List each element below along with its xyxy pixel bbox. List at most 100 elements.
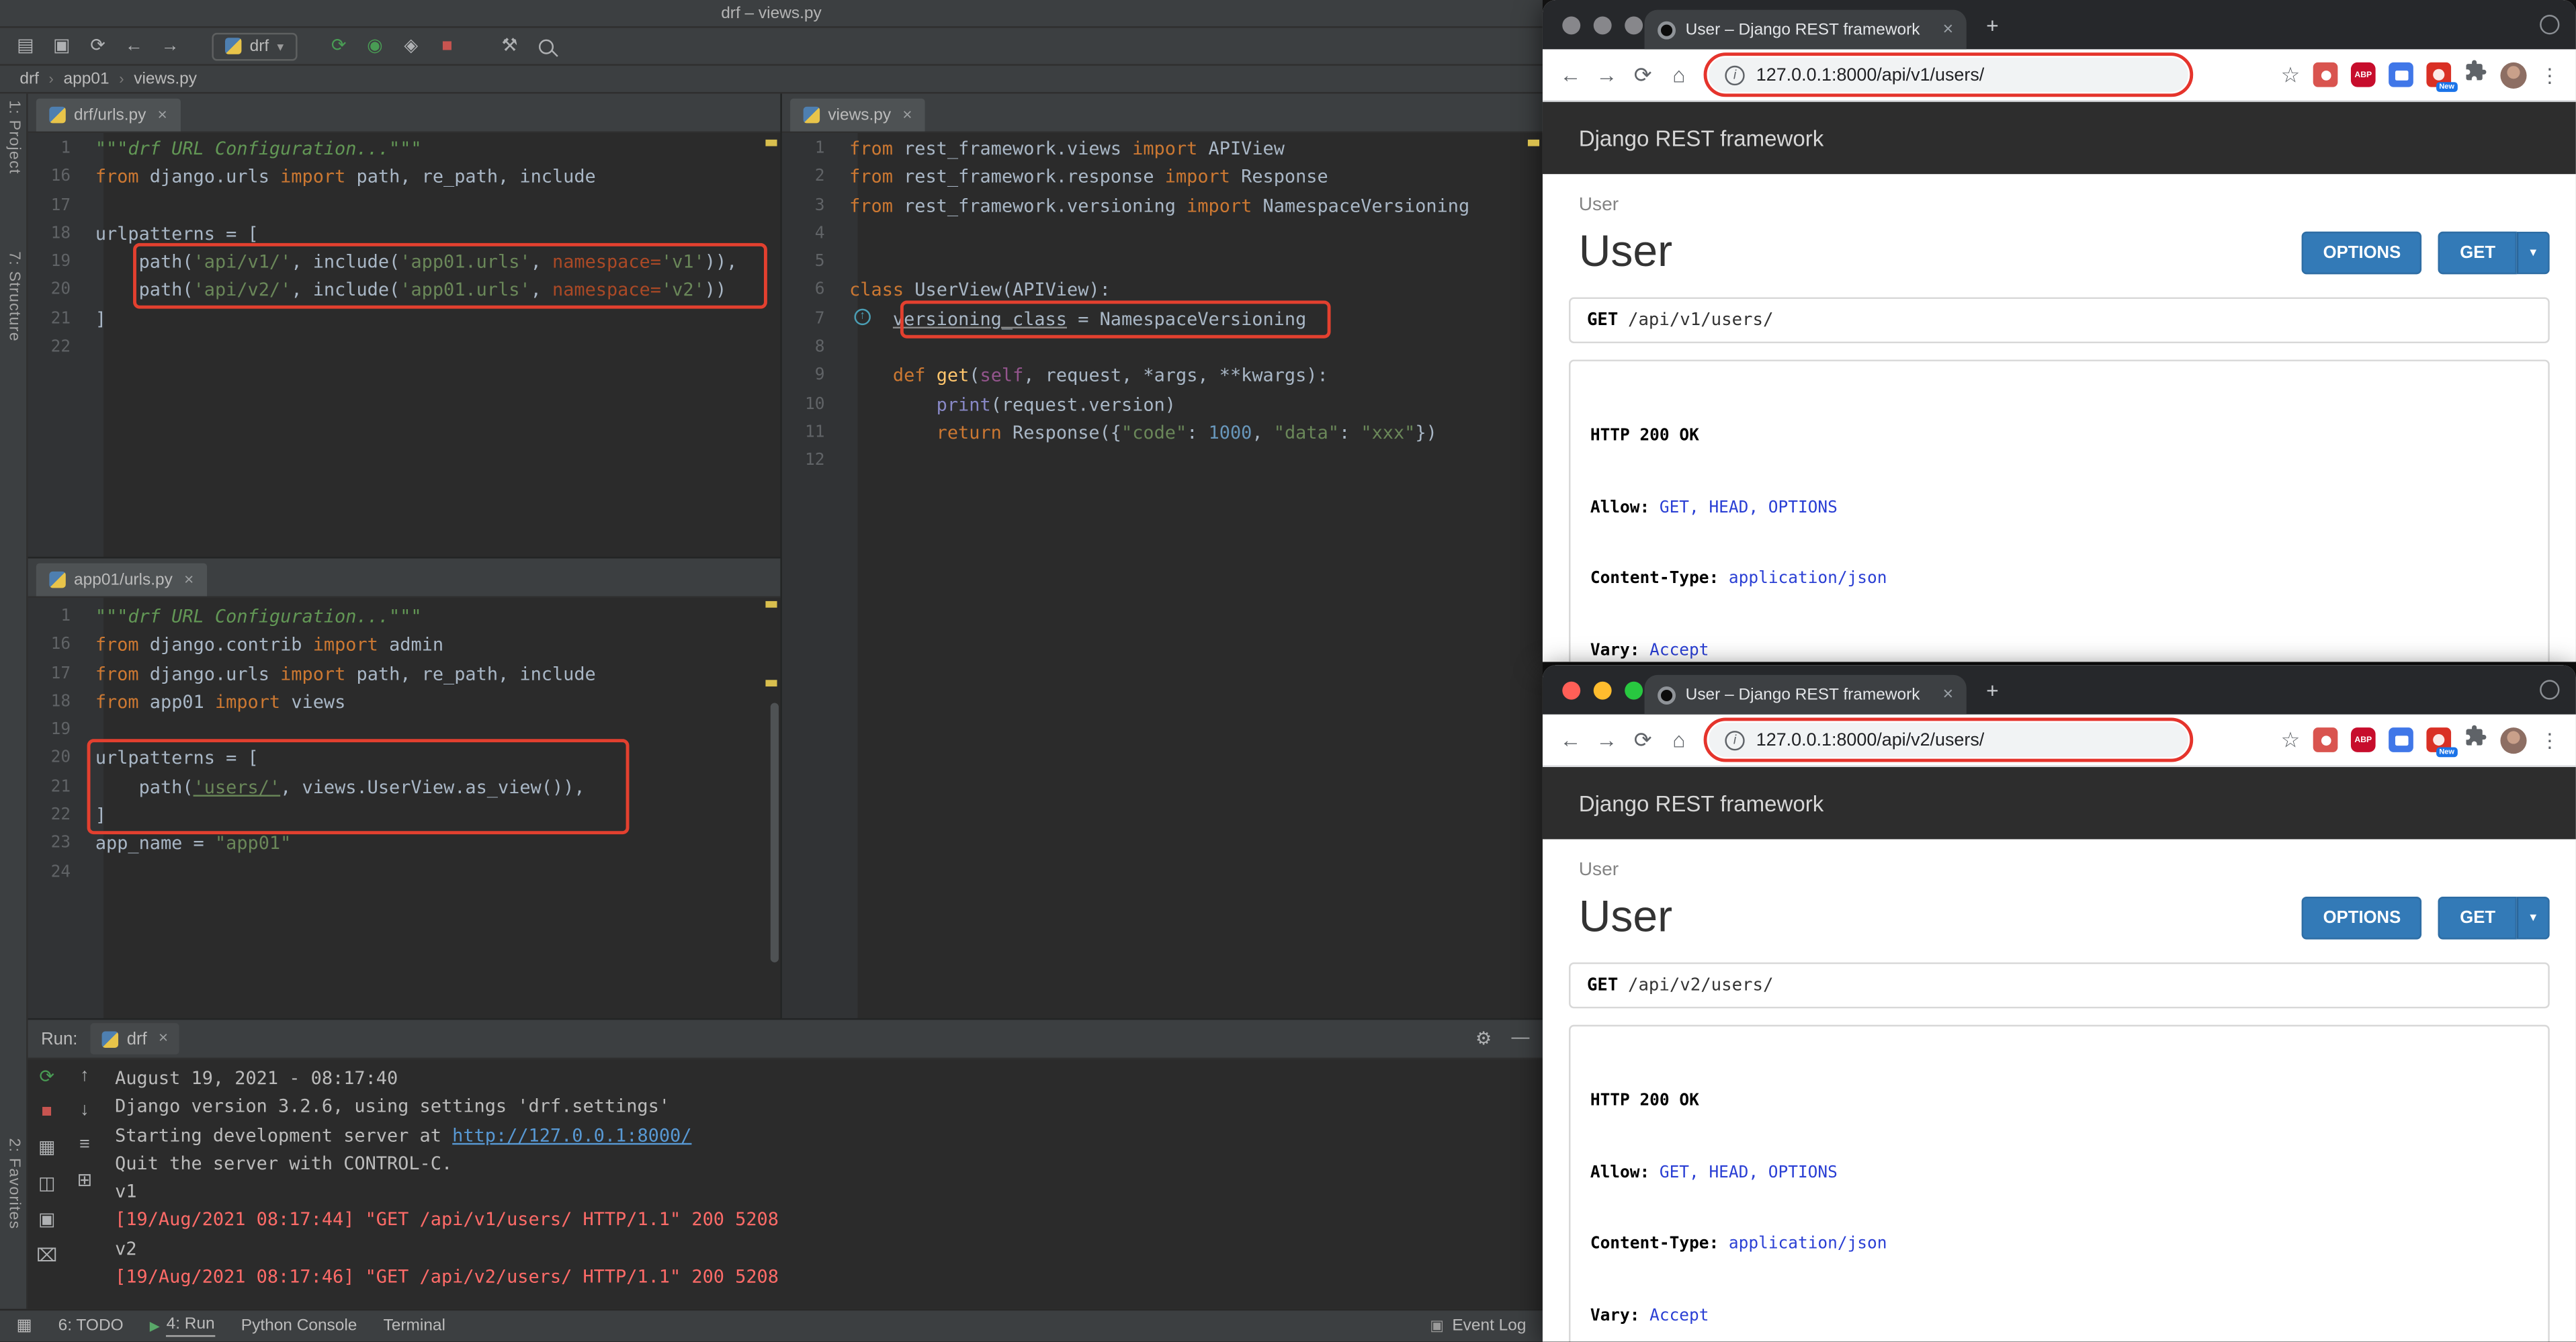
tab-views[interactable]: views.py × [790,99,925,132]
browser-tab[interactable]: User – Django REST framework × [1645,10,1967,50]
get-dropdown-button[interactable]: ▾ [2517,896,2550,939]
home-icon[interactable]: ⌂ [1668,727,1690,752]
stripe-warning-mark[interactable] [765,680,777,686]
statusbar-event-log[interactable]: ▣ Event Log [1430,1317,1526,1335]
get-dropdown-button[interactable]: ▾ [2517,231,2550,274]
close-icon[interactable]: × [159,1030,168,1048]
open-icon[interactable]: ▤ [15,37,36,55]
avatar[interactable] [2500,727,2526,753]
close-icon[interactable]: × [184,571,194,589]
close-tab-icon[interactable]: × [1942,19,1953,39]
avatar[interactable] [2500,62,2526,88]
extension-icon[interactable] [2389,62,2413,87]
breadcrumb-views[interactable]: views.py [134,70,197,88]
down-icon[interactable]: ↓ [80,1100,89,1120]
rerun-icon[interactable]: ⟳ [328,37,349,55]
address-bar[interactable]: i 127.0.0.1:8000/api/v1/users/ [1709,58,2188,92]
code-line[interactable]: 3from rest_framework.versioning import N… [782,191,1543,220]
statusbar-todo[interactable]: 6: TODO [58,1317,124,1335]
profile-sync-icon[interactable] [2540,15,2559,34]
stop-icon[interactable]: ■ [42,1102,52,1122]
adblock-extension-icon[interactable]: ABP [2351,62,2376,87]
run-console[interactable]: August 19, 2021 - 08:17:40Django version… [115,1064,1533,1305]
tab-drf-urls[interactable]: drf/urls.py × [36,99,181,132]
run-tab-drf[interactable]: drf × [91,1023,179,1054]
code-line[interactable]: 17 [28,191,781,220]
forward-icon[interactable]: → [1595,62,1618,87]
sidebar-item-project[interactable]: 1: Project [5,100,23,174]
code-line[interactable]: 16from django.urls import path, re_path,… [28,163,781,191]
clear-icon[interactable]: ⌧ [36,1245,57,1266]
stop-icon[interactable]: ■ [437,37,458,55]
close-icon[interactable]: × [902,106,912,124]
chrome-menu-icon[interactable]: ⋮ [2540,63,2559,86]
extension-icon[interactable] [2313,62,2338,87]
softwrap-icon[interactable]: ⊞ [77,1169,93,1191]
code-line[interactable]: 12 [782,447,1543,476]
options-button[interactable]: OPTIONS [2302,231,2422,274]
extension-icon[interactable]: New [2426,62,2451,87]
code-line[interactable]: 1"""drf URL Configuration...""" [28,134,781,163]
grid-icon[interactable]: ▦ [38,1136,55,1158]
minimize-window-button[interactable] [1594,16,1612,34]
statusbar-terminal[interactable]: Terminal [384,1317,445,1335]
code-line[interactable]: 17from django.urls import path, re_path,… [28,660,781,688]
stripe-warning-mark[interactable] [765,601,777,608]
back-icon[interactable]: ← [1559,727,1582,752]
close-window-button[interactable] [1562,16,1580,34]
console-link[interactable]: http://127.0.0.1:8000/ [452,1124,691,1146]
extension-icon[interactable] [2389,727,2413,752]
code-line[interactable]: 16from django.contrib import admin [28,631,781,660]
toolwindow-switcher-icon[interactable]: ▦ [16,1317,32,1335]
drf-breadcrumb[interactable]: User [1543,174,2576,220]
forward-icon[interactable]: → [159,37,181,55]
sidebar-item-favorites[interactable]: 2: Favorites [5,1138,23,1229]
scrollbar-thumb[interactable] [771,703,779,963]
bookmark-star-icon[interactable]: ☆ [2281,727,2301,753]
breadcrumb-app01[interactable]: app01 [64,70,110,88]
statusbar-run[interactable]: ▶ 4: Run [150,1316,215,1337]
new-tab-button[interactable]: + [1986,13,1999,38]
split-icon[interactable]: ◫ [38,1173,55,1194]
chrome-menu-icon[interactable]: ⋮ [2540,728,2559,751]
rerun-icon[interactable]: ⟳ [39,1066,54,1087]
print-icon[interactable]: ▣ [38,1209,55,1231]
profile-sync-icon[interactable] [2540,680,2559,699]
zoom-window-button[interactable] [1625,682,1643,700]
code-line[interactable]: 1"""drf URL Configuration...""" [28,602,781,631]
breadcrumb-drf[interactable]: drf [19,70,39,88]
sidebar-item-structure[interactable]: 7: Structure [5,251,23,342]
close-tab-icon[interactable]: × [1942,685,1953,705]
address-bar[interactable]: i 127.0.0.1:8000/api/v2/users/ [1709,723,2188,757]
code-line[interactable]: 4 [782,220,1543,248]
extension-icon[interactable]: New [2426,727,2451,752]
zoom-window-button[interactable] [1625,16,1643,34]
puzzle-extensions-icon[interactable] [2464,724,2487,755]
new-tab-button[interactable]: + [1986,678,1999,703]
list-icon[interactable]: ≡ [79,1135,90,1155]
gear-icon[interactable]: ⚙ [1475,1028,1492,1050]
code-line[interactable]: 24 [28,858,781,887]
extension-icon[interactable] [2313,727,2338,752]
code-line[interactable]: 10 print(request.version) [782,390,1543,418]
get-button[interactable]: GET [2438,896,2516,939]
code-line[interactable]: 1from rest_framework.views import APIVie… [782,134,1543,163]
back-icon[interactable]: ← [1559,62,1582,87]
site-info-icon[interactable]: i [1725,730,1744,750]
reload-icon[interactable]: ⟳ [1631,62,1654,88]
home-icon[interactable]: ⌂ [1668,62,1690,87]
drf-brand-link[interactable]: Django REST framework [1579,126,1823,150]
reload-icon[interactable]: ⟳ [1631,727,1654,753]
override-gutter-icon[interactable]: ↑ [854,309,870,325]
minimize-icon[interactable]: — [1511,1028,1529,1050]
stripe-warning-mark[interactable] [765,140,777,146]
adblock-extension-icon[interactable]: ABP [2351,727,2376,752]
code-line[interactable]: 9 def get(self, request, *args, **kwargs… [782,362,1543,390]
minimize-window-button[interactable] [1594,682,1612,700]
sync-icon[interactable]: ⟳ [87,37,109,55]
drf-breadcrumb[interactable]: User [1543,839,2576,885]
code-line[interactable]: 2from rest_framework.response import Res… [782,163,1543,191]
wrench-icon[interactable]: ⚒ [499,37,521,55]
run-config-selector[interactable]: drf ▾ [212,32,296,60]
site-info-icon[interactable]: i [1725,65,1744,85]
